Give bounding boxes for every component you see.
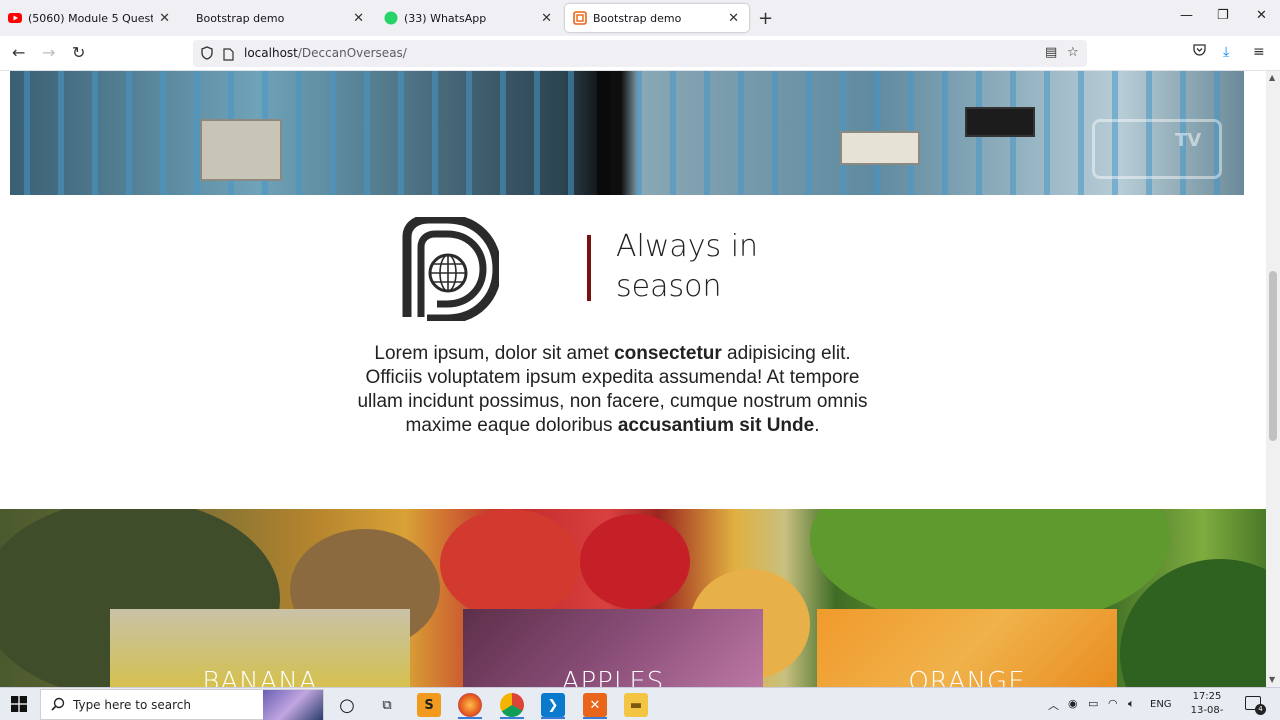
tab-bootstrap-demo-1[interactable]: Bootstrap demo ✕ xyxy=(188,4,374,32)
chrome-icon[interactable] xyxy=(500,693,524,717)
file-explorer-icon[interactable]: ▬ xyxy=(624,693,648,717)
page-info-icon[interactable] xyxy=(223,46,234,65)
tab-title: (5060) Module 5 Question - Pal xyxy=(28,11,154,25)
tab-bootstrap-demo-active[interactable]: Bootstrap demo ✕ xyxy=(565,4,749,32)
cortana-icon[interactable]: ○ xyxy=(335,693,359,717)
search-placeholder: Type here to search xyxy=(73,698,191,712)
antivirus-icon[interactable]: ◉ xyxy=(1068,697,1078,710)
bootstrap-icon xyxy=(573,11,587,25)
reload-icon[interactable]: ↻ xyxy=(72,43,85,62)
battery-icon[interactable]: ▭ xyxy=(1088,697,1098,710)
tab-youtube[interactable]: (5060) Module 5 Question - Pal ✕ xyxy=(0,4,180,32)
windows-taskbar: Type here to search ○ ⧉ S ❯ ✕ ▬ ︿ ◉ ▭ ◠ … xyxy=(0,687,1280,720)
page-viewport: TV Always in season Lorem ipsum, dolor s… xyxy=(0,71,1266,687)
menu-icon[interactable]: ≡ xyxy=(1253,44,1265,60)
intro-bold-1: consectetur xyxy=(614,343,722,364)
tab-whatsapp[interactable]: (33) WhatsApp ✕ xyxy=(376,4,562,32)
sublime-text-icon[interactable]: S xyxy=(417,693,441,717)
close-window-icon[interactable]: ✕ xyxy=(1256,8,1267,23)
taskbar-search-box[interactable]: Type here to search xyxy=(40,689,324,720)
whatsapp-icon xyxy=(384,11,398,25)
fruit-card-label: APPLES xyxy=(561,667,665,687)
minimize-icon[interactable]: — xyxy=(1180,8,1193,23)
language-indicator[interactable]: ENG xyxy=(1150,699,1172,710)
volume-icon[interactable]: 🔈︎ xyxy=(1128,697,1135,711)
tab-strip: (5060) Module 5 Question - Pal ✕ Bootstr… xyxy=(0,0,1280,36)
url-text: localhost/DeccanOverseas/ xyxy=(244,46,407,60)
company-logo-globe-icon xyxy=(402,217,499,321)
intro-text-1: Lorem ipsum, dolor sit amet xyxy=(374,343,615,364)
wifi-icon[interactable]: ◠ xyxy=(1108,697,1118,710)
intro-bold-2: accusantium sit Unde xyxy=(617,415,815,436)
url-host: localhost xyxy=(244,46,298,60)
page-scrollbar[interactable]: ▲ ▼ xyxy=(1266,71,1280,687)
fruit-background-image: BANANA APPLES ORANGE xyxy=(0,509,1266,687)
search-highlight-art xyxy=(263,690,323,720)
youtube-icon xyxy=(8,11,22,25)
new-tab-button[interactable]: + xyxy=(758,8,773,29)
firefox-icon[interactable] xyxy=(458,693,482,717)
windows-start-icon[interactable] xyxy=(11,696,27,712)
scrollbar-thumb[interactable] xyxy=(1269,271,1277,441)
address-bar[interactable]: localhost/DeccanOverseas/ ▤ ☆ xyxy=(193,40,1087,67)
notification-count: 4 xyxy=(1255,704,1266,715)
scroll-down-arrow-icon[interactable]: ▼ xyxy=(1269,675,1275,684)
show-hidden-icons-icon[interactable]: ︿ xyxy=(1048,697,1059,713)
fruit-card-label: BANANA xyxy=(202,667,318,687)
hero-image-circuit-board: TV xyxy=(10,71,1244,195)
fruit-card-apples[interactable]: APPLES xyxy=(463,609,763,687)
system-clock[interactable]: 17:25 13-08-2022 xyxy=(1178,690,1236,720)
fruit-card-orange[interactable]: ORANGE xyxy=(817,609,1117,687)
vscode-icon[interactable]: ❯ xyxy=(541,693,565,717)
fruit-card-label: ORANGE xyxy=(908,667,1026,687)
reader-view-icon[interactable]: ▤ xyxy=(1045,45,1057,60)
task-view-icon[interactable]: ⧉ xyxy=(375,693,399,717)
navigation-toolbar: ← → ↻ localhost/DeccanOverseas/ ▤ ☆ ⤓ ≡ xyxy=(0,36,1280,71)
tab-title: Bootstrap demo xyxy=(196,11,285,25)
restore-icon[interactable]: ❐ xyxy=(1217,8,1229,23)
back-arrow-icon[interactable]: ← xyxy=(12,43,25,62)
clock-date: 13-08-2022 xyxy=(1190,705,1224,720)
scroll-up-arrow-icon[interactable]: ▲ xyxy=(1269,73,1275,82)
url-path: /DeccanOverseas/ xyxy=(297,46,407,60)
tab-title: (33) WhatsApp xyxy=(404,11,487,25)
forward-arrow-icon[interactable]: → xyxy=(42,43,55,62)
search-icon xyxy=(51,697,65,711)
pocket-icon[interactable] xyxy=(1193,44,1206,60)
intro-text-3: . xyxy=(814,415,820,436)
fruit-card-banana[interactable]: BANANA xyxy=(110,609,410,687)
xampp-icon[interactable]: ✕ xyxy=(583,693,607,717)
tab-title: Bootstrap demo xyxy=(593,11,682,25)
bookmark-star-icon[interactable]: ☆ xyxy=(1067,45,1079,60)
tv-watermark: TV xyxy=(1092,119,1222,179)
downloads-icon[interactable]: ⤓ xyxy=(1223,44,1229,60)
tagline-heading: Always in season xyxy=(616,229,759,304)
intro-paragraph: Lorem ipsum, dolor sit amet consectetur … xyxy=(350,342,875,438)
notification-center-icon[interactable]: 4 xyxy=(1245,696,1266,715)
close-tab-icon[interactable]: ✕ xyxy=(541,11,552,26)
close-tab-icon[interactable]: ✕ xyxy=(159,11,170,26)
accent-divider xyxy=(587,235,591,301)
close-tab-icon[interactable]: ✕ xyxy=(728,11,739,26)
close-tab-icon[interactable]: ✕ xyxy=(353,11,364,26)
shield-icon[interactable] xyxy=(201,45,213,64)
clock-time: 17:25 xyxy=(1192,691,1222,702)
